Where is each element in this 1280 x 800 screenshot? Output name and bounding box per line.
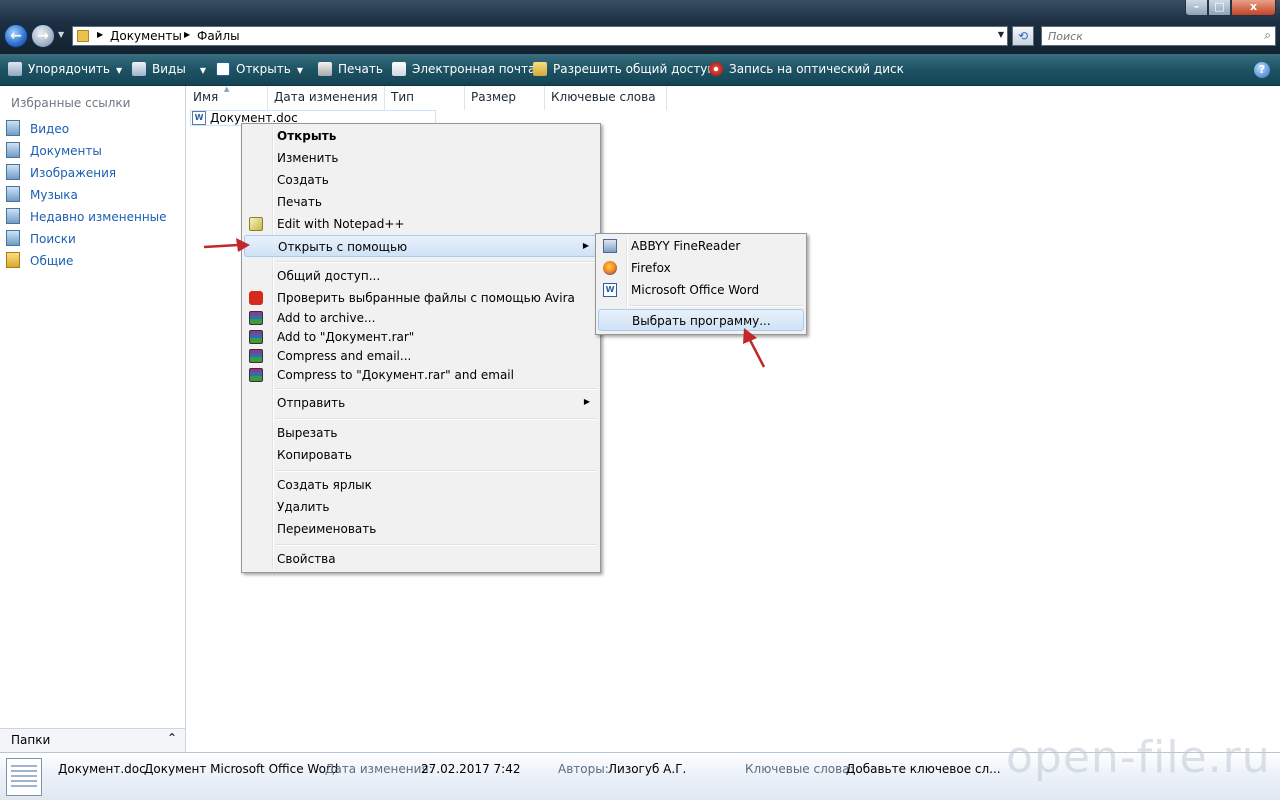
watermark: open-file.ru <box>1006 732 1271 783</box>
details-authors-value[interactable]: Лизогуб А.Г. <box>608 762 686 776</box>
annotation-arrow-open-with <box>203 238 250 252</box>
details-filename: Документ.doc <box>58 762 146 776</box>
details-keywords-label: Ключевые слова: <box>745 762 854 776</box>
details-type: Документ Microsoft Office Word <box>144 762 339 776</box>
details-authors-label: Авторы: <box>558 762 609 776</box>
details-keywords-value[interactable]: Добавьте ключевое сл... <box>846 762 1001 776</box>
document-icon <box>6 758 42 796</box>
annotation-arrows <box>203 238 766 368</box>
annotation-arrow-choose-program <box>743 328 766 368</box>
details-modified-label: Дата изменения: <box>325 762 433 776</box>
details-modified-value: 27.02.2017 7:42 <box>421 762 521 776</box>
